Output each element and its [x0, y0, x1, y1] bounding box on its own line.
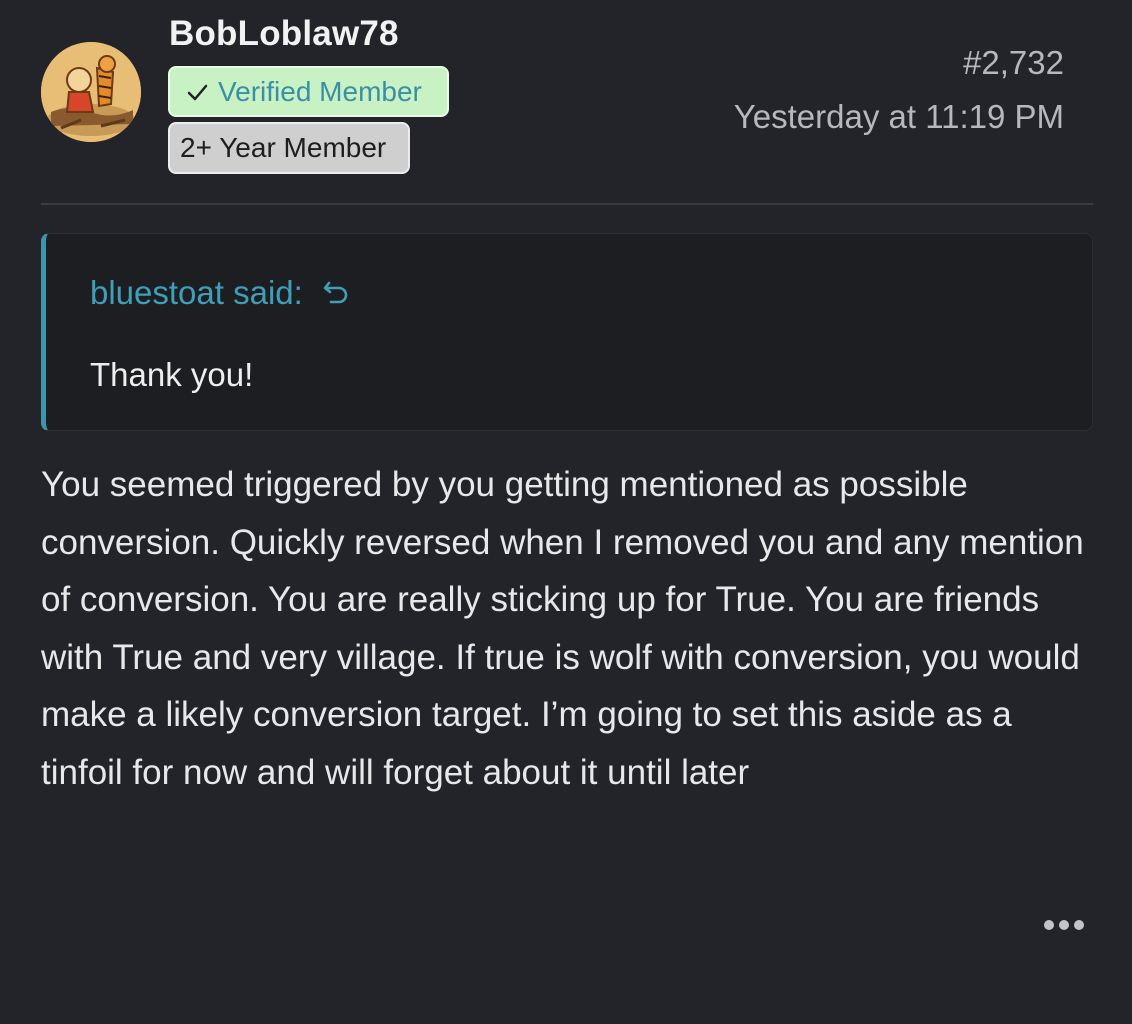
verified-member-badge: Verified Member [168, 66, 449, 117]
post-message: You seemed triggered by you getting ment… [41, 465, 1084, 792]
year-member-label: 2+ Year Member [180, 132, 387, 163]
more-dot [1044, 920, 1054, 930]
avatar-image [41, 42, 141, 142]
verified-member-label: Verified Member [218, 75, 422, 107]
quote-text: Thank you! [90, 356, 254, 393]
more-dot [1059, 920, 1069, 930]
more-options-icon[interactable] [1044, 920, 1084, 930]
header-divider [41, 203, 1093, 205]
quote-block: bluestoat said: Thank you! [41, 233, 1093, 431]
post-date-link[interactable]: Yesterday at 11:19 PM [734, 98, 1064, 136]
jump-to-quote-icon[interactable] [321, 277, 353, 309]
quote-attribution-link[interactable]: bluestoat said: [90, 274, 353, 312]
username[interactable]: BobLoblaw78 [169, 14, 399, 54]
year-member-badge: 2+ Year Member [168, 122, 410, 174]
forum-post: BobLoblaw78 Verified Member 2+ Year Memb… [0, 0, 1132, 1024]
check-icon [187, 84, 208, 100]
quote-attribution-label: bluestoat said: [90, 274, 303, 311]
user-avatar[interactable] [41, 42, 141, 142]
post-number-link[interactable]: #2,732 [963, 44, 1064, 82]
more-dot [1074, 920, 1084, 930]
